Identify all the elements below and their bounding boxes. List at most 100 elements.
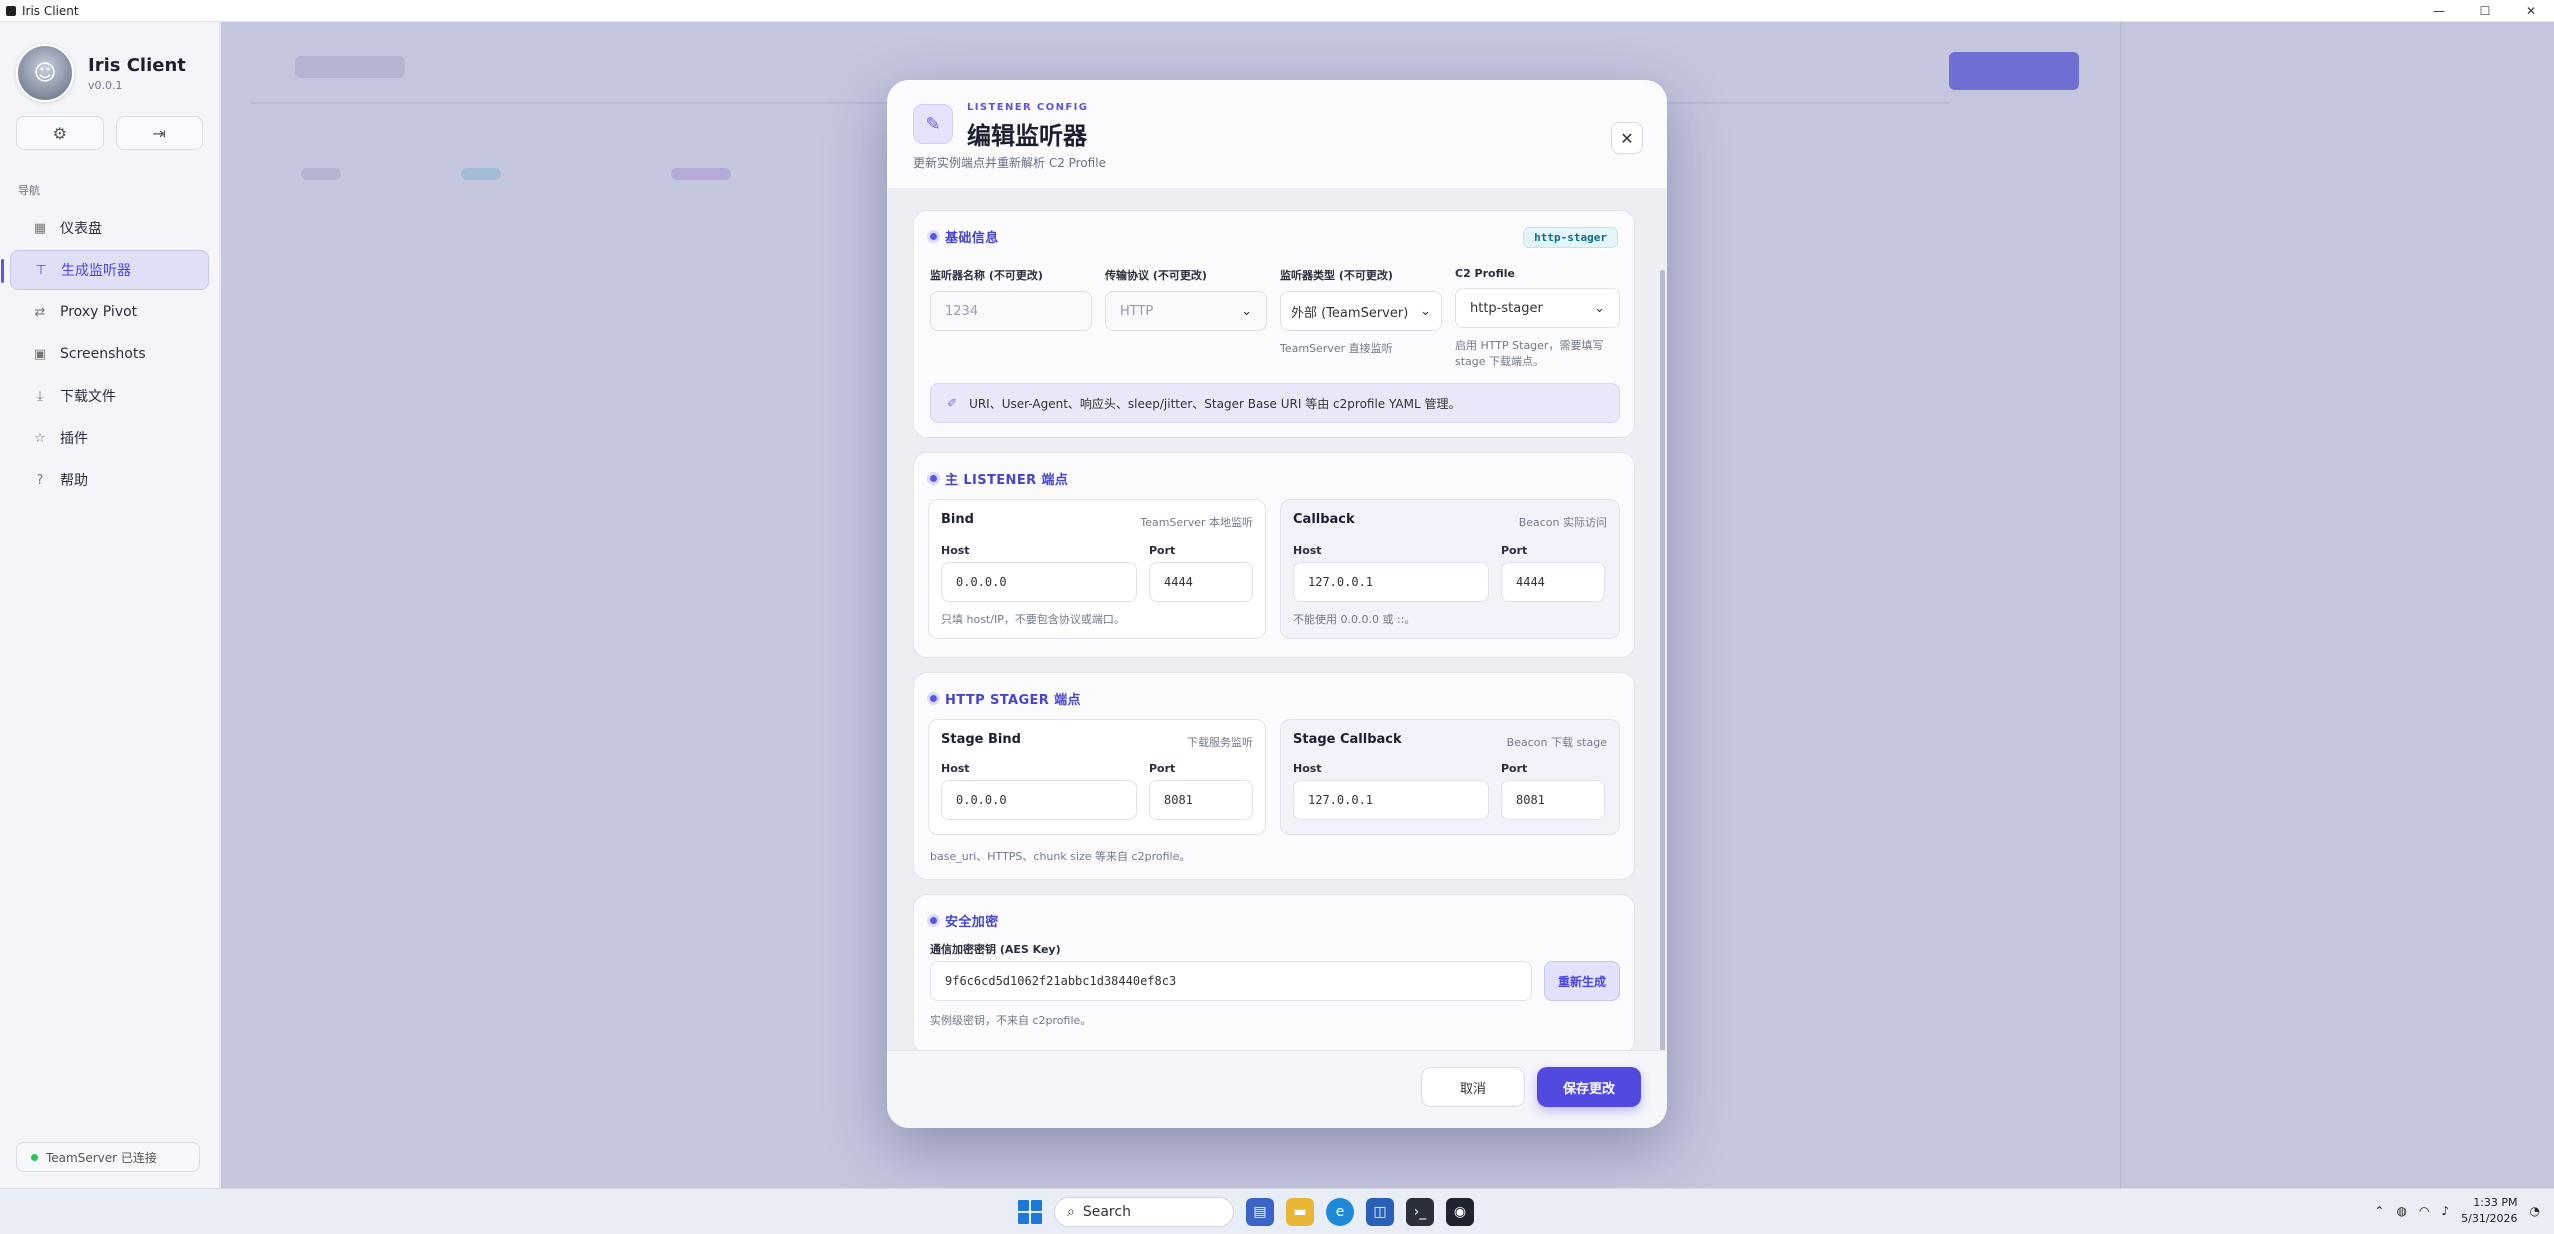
window-title: Iris Client — [22, 3, 79, 18]
c2-profile-hint: 启用 HTTP Stager，需要填写 stage 下载端点。 — [1455, 339, 1604, 368]
terminal-icon[interactable]: ›_ — [1406, 1198, 1434, 1226]
stage-bind-host-input[interactable]: 0.0.0.0 — [941, 780, 1137, 820]
stage-bind-side-note: 下载服务监听 — [1187, 736, 1253, 749]
profile-note-text: URI、User-Agent、响应头、sleep/jitter、Stager B… — [969, 396, 1461, 411]
modal-title: 编辑监听器 — [967, 122, 1087, 150]
bind-port-label: Port — [1149, 544, 1176, 557]
chevron-down-icon: ⌄ — [1420, 303, 1431, 319]
connection-status: TeamServer 已连接 — [16, 1142, 200, 1172]
sidebar-item-downloads[interactable]: ⤓ 下载文件 — [10, 376, 209, 416]
connection-status-label: TeamServer 已连接 — [46, 1150, 157, 1165]
maximize-button[interactable]: ☐ — [2462, 0, 2508, 22]
bind-host-label: Host — [941, 544, 970, 557]
sidebar-item-plugins[interactable]: ☆ 插件 — [10, 418, 209, 458]
volume-icon[interactable]: ♪ — [2441, 1204, 2449, 1218]
c2-profile-label: C2 Profile — [1455, 267, 1515, 280]
modal-header: ✎ LISTENER CONFIG 编辑监听器 更新实例端点并重新解析 C2 P… — [887, 80, 1667, 188]
sidebar-item-dashboard[interactable]: ▦ 仪表盘 — [10, 208, 209, 248]
aes-key-hint: 实例级密钥，不来自 c2profile。 — [930, 1014, 1092, 1027]
callback-host-label: Host — [1293, 544, 1322, 557]
bind-port-input[interactable]: 4444 — [1149, 562, 1253, 602]
sidebar-item-screenshots[interactable]: ▣ Screenshots — [10, 334, 209, 374]
status-dot-icon — [31, 1153, 38, 1161]
stage-callback-card: Stage Callback Beacon 下载 stage Host 127.… — [1280, 719, 1620, 835]
stager-hint: base_uri、HTTPS、chunk size 等来自 c2profile。 — [930, 850, 1191, 863]
sidebar-item-label: 下载文件 — [60, 389, 116, 405]
sidebar-item-help[interactable]: ? 帮助 — [10, 460, 209, 500]
save-button[interactable]: 保存更改 — [1537, 1067, 1641, 1107]
section-title: 主 LISTENER 端点 — [930, 469, 1618, 488]
notification-icon[interactable]: ◔ — [2530, 1204, 2540, 1218]
callback-host-input[interactable]: 127.0.0.1 — [1293, 562, 1489, 602]
callback-port-input[interactable]: 4444 — [1501, 562, 1605, 602]
stage-callback-port-input[interactable]: 8081 — [1501, 780, 1605, 820]
sidebar-item-listener[interactable]: ⊤ 生成监听器 — [1, 250, 209, 290]
sidebar-item-label: 帮助 — [60, 473, 88, 489]
listener-name-input[interactable]: 1234 — [930, 291, 1092, 331]
minimize-button[interactable]: — — [2416, 0, 2462, 22]
cancel-button[interactable]: 取消 — [1421, 1067, 1525, 1107]
grid-icon: ▦ — [33, 220, 47, 236]
basic-info-card: 基础信息 http-stager 监听器名称 (不可更改) 1234 传输协议 … — [913, 210, 1635, 438]
modal-footer: 取消 保存更改 — [887, 1050, 1667, 1128]
protocol-select[interactable]: HTTP ⌄ — [1105, 291, 1267, 331]
logout-button[interactable]: ⇥ — [115, 116, 203, 150]
modal-subtitle: 更新实例端点并重新解析 C2 Profile — [913, 156, 1106, 170]
file-explorer-icon[interactable]: ▬ — [1286, 1198, 1314, 1226]
stage-bind-port-input[interactable]: 8081 — [1149, 780, 1253, 820]
chevron-up-icon[interactable]: ⌃ — [2374, 1204, 2384, 1218]
edit-listener-modal: ✎ LISTENER CONFIG 编辑监听器 更新实例端点并重新解析 C2 P… — [887, 80, 1667, 1128]
taskbar-app-icon[interactable]: ▤ — [1246, 1198, 1274, 1226]
listener-type-label: 监听器类型 (不可更改) — [1280, 269, 1393, 282]
modal-kicker: LISTENER CONFIG — [967, 102, 1089, 113]
logout-icon: ⇥ — [152, 123, 166, 143]
sidebar-item-proxy-pivot[interactable]: ⇄ Proxy Pivot — [10, 292, 209, 332]
stage-callback-host-input[interactable]: 127.0.0.1 — [1293, 780, 1489, 820]
listener-name-label: 监听器名称 (不可更改) — [930, 269, 1043, 282]
store-icon[interactable]: ◫ — [1366, 1198, 1394, 1226]
listener-type-hint: TeamServer 直接监听 — [1280, 342, 1393, 355]
pivot-icon: ⇄ — [34, 304, 46, 320]
settings-button[interactable]: ⚙ — [16, 116, 104, 150]
sidebar-item-label: Screenshots — [60, 346, 146, 362]
wifi-icon[interactable]: ◠ — [2419, 1204, 2429, 1218]
listener-type-value: 外部 (TeamServer) — [1291, 305, 1409, 321]
security-card: 安全加密 通信加密密钥 (AES Key) 9f6c6cd5d1062f21ab… — [913, 894, 1635, 1050]
aes-key-label: 通信加密密钥 (AES Key) — [930, 943, 1061, 956]
regenerate-key-button[interactable]: 重新生成 — [1544, 961, 1620, 1001]
modal-scrollbar[interactable] — [1660, 270, 1665, 1050]
sidebar-item-label: 插件 — [60, 431, 88, 447]
close-modal-button[interactable]: ✕ — [1611, 122, 1643, 154]
taskbar-search[interactable]: ⌕ Search — [1054, 1197, 1234, 1227]
callback-side-note: Beacon 实际访问 — [1518, 516, 1607, 529]
start-button[interactable] — [1018, 1200, 1042, 1224]
c2-profile-value: http-stager — [1470, 300, 1543, 316]
stage-bind-port-label: Port — [1149, 762, 1176, 775]
edge-browser-icon[interactable]: e — [1326, 1198, 1354, 1226]
section-title: HTTP STAGER 端点 — [930, 689, 1618, 708]
section-title: 基础信息 — [930, 227, 1618, 246]
app-name: Iris Client — [88, 54, 186, 76]
stage-callback-host-label: Host — [1293, 762, 1322, 775]
listener-type-select[interactable]: 外部 (TeamServer) ⌄ — [1280, 291, 1442, 331]
stage-bind-card: Stage Bind 下载服务监听 Host 0.0.0.0 Port 8081 — [928, 719, 1266, 835]
network-icon[interactable]: ◍ — [2396, 1204, 2406, 1218]
bind-side-note: TeamServer 本地监听 — [1140, 516, 1253, 529]
sidebar-item-label: 生成监听器 — [61, 263, 131, 279]
chevron-down-icon: ⌄ — [1241, 303, 1252, 319]
app-icon — [6, 5, 16, 16]
edit-icon: ✎ — [913, 104, 953, 144]
close-window-button[interactable]: ✕ — [2508, 0, 2554, 22]
c2-profile-select[interactable]: http-stager ⌄ — [1455, 288, 1620, 328]
iris-client-taskbar-icon[interactable]: ◉ — [1446, 1198, 1474, 1226]
callback-hint: 不能使用 0.0.0.0 或 ::。 — [1293, 613, 1416, 626]
window-controls: — ☐ ✕ — [2416, 0, 2554, 22]
bind-host-input[interactable]: 0.0.0.0 — [941, 562, 1137, 602]
main-listener-card: 主 LISTENER 端点 Bind TeamServer 本地监听 Host … — [913, 452, 1635, 658]
taskbar-clock[interactable]: 1:33 PM 5/31/2026 — [2461, 1195, 2517, 1227]
aes-key-input[interactable]: 9f6c6cd5d1062f21abbc1d38440ef8c3 — [930, 961, 1532, 1001]
bind-hint: 只填 host/IP，不要包含协议或端口。 — [941, 613, 1125, 626]
taskbar-search-placeholder: Search — [1082, 1204, 1131, 1220]
section-title: 安全加密 — [930, 911, 1618, 930]
help-icon: ? — [36, 472, 44, 488]
